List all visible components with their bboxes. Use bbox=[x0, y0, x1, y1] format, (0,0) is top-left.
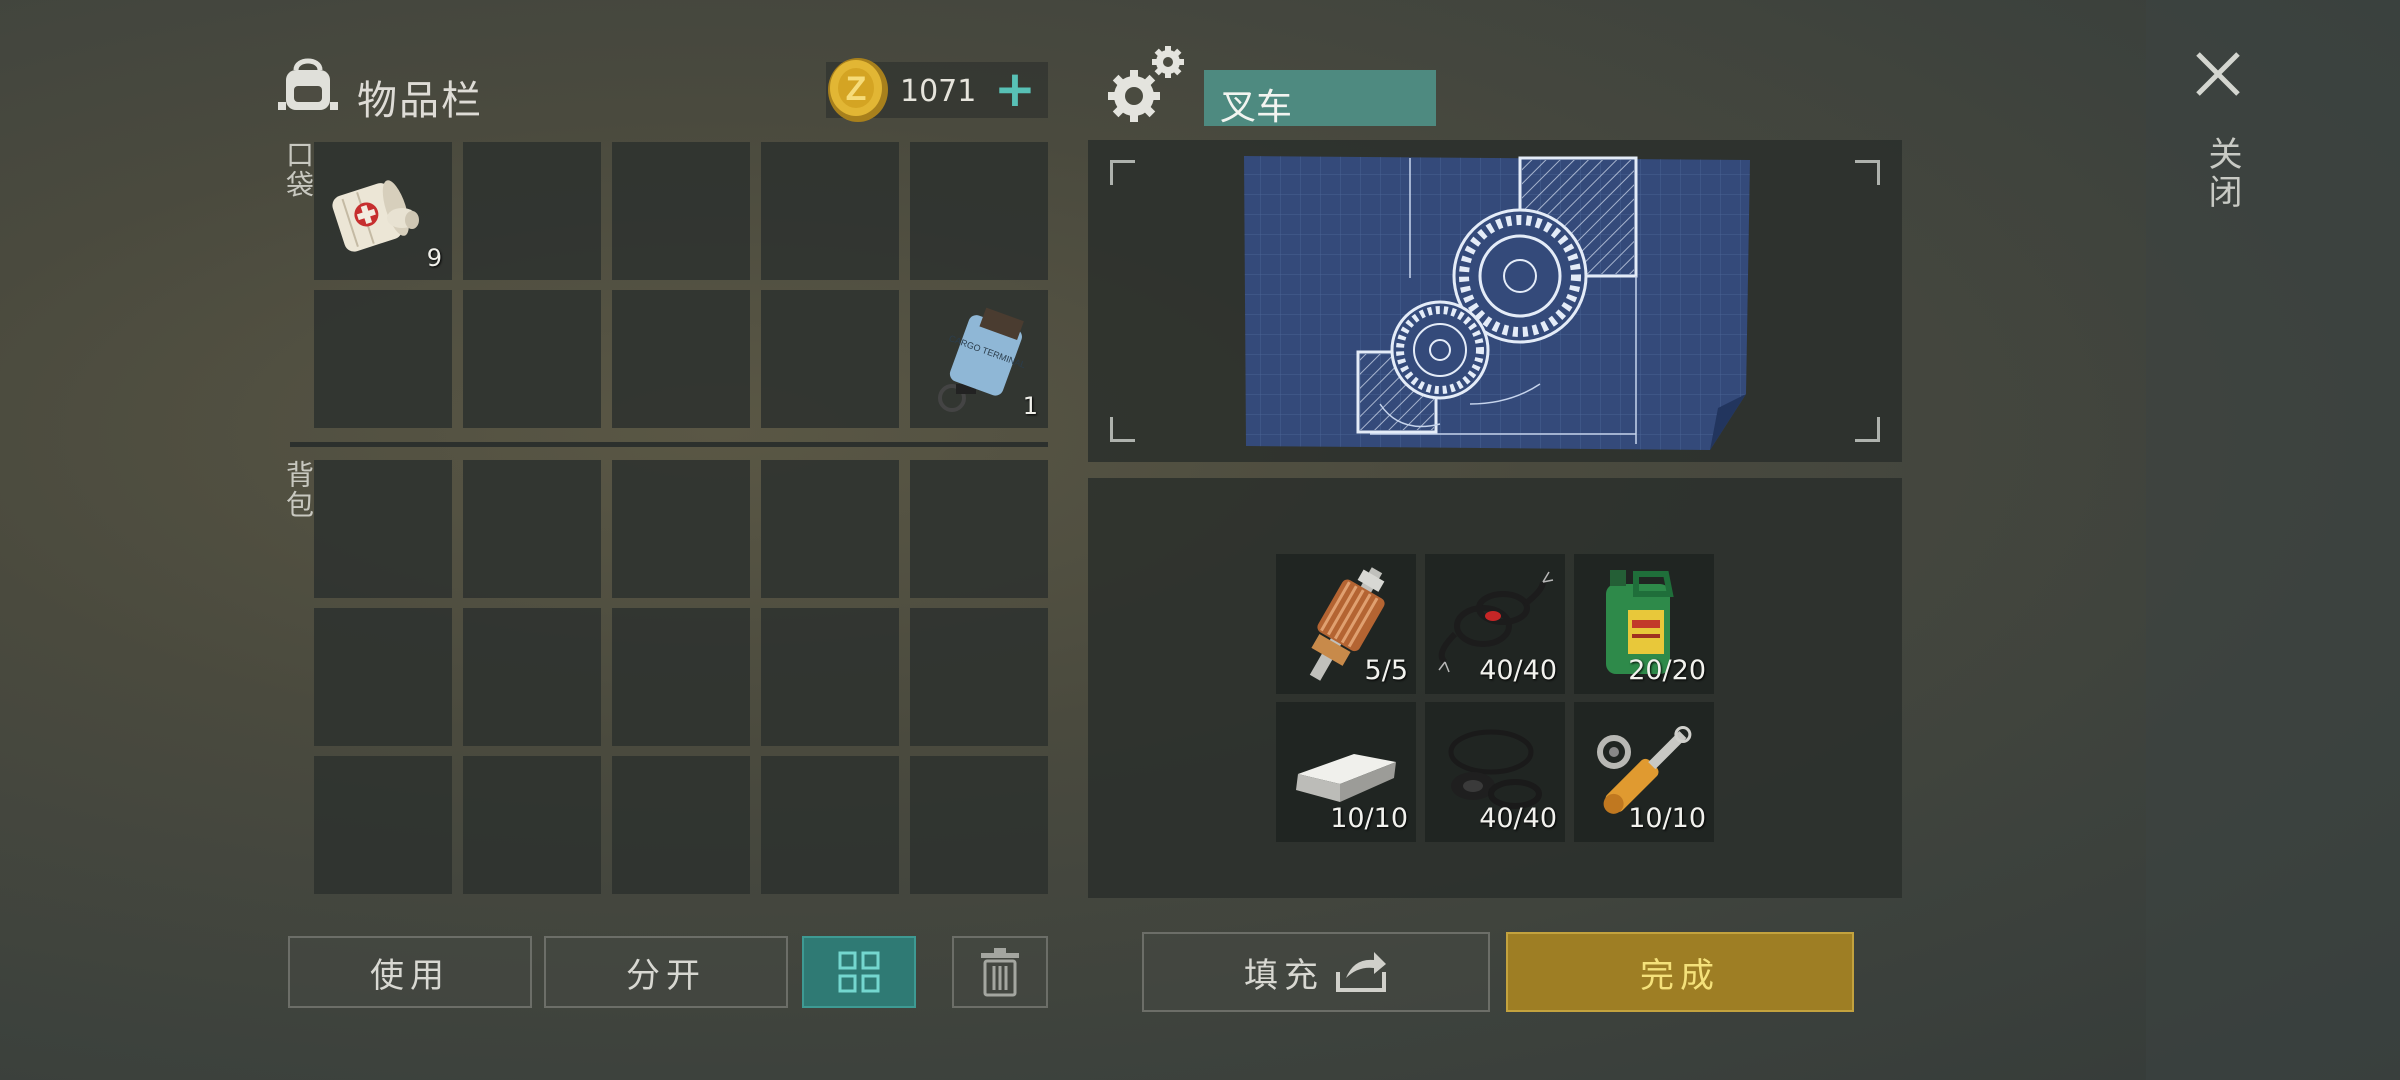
complete-button[interactable]: 完成 bbox=[1506, 932, 1854, 1012]
pocket-slot[interactable] bbox=[910, 142, 1048, 280]
fill-button[interactable]: 填充 bbox=[1142, 932, 1490, 1012]
frame-corner bbox=[1110, 160, 1135, 185]
pocket-slot[interactable] bbox=[612, 290, 750, 428]
pocket-slot[interactable] bbox=[463, 290, 601, 428]
fill-arrow-icon bbox=[1336, 952, 1386, 992]
add-coins-button[interactable]: + bbox=[990, 64, 1040, 114]
ingredient-slot[interactable]: 5/5 bbox=[1276, 554, 1416, 694]
crafting-gears-icon bbox=[1108, 46, 1184, 122]
ingredient-count: 40/40 bbox=[1479, 655, 1557, 686]
backpack-slot[interactable] bbox=[761, 608, 899, 746]
item-count: 9 bbox=[426, 244, 442, 272]
delete-button[interactable] bbox=[952, 936, 1048, 1008]
ingredient-count: 20/20 bbox=[1628, 655, 1706, 686]
ingredient-slot[interactable]: 40/40 bbox=[1425, 702, 1565, 842]
craft-item-name: 叉车 bbox=[1220, 87, 1293, 128]
trash-icon bbox=[981, 948, 1019, 997]
pocket-label: 口袋 bbox=[282, 140, 315, 200]
ingredient-slot[interactable]: 10/10 bbox=[1574, 702, 1714, 842]
side-panel-strip bbox=[2146, 0, 2400, 1080]
backpack-slot[interactable] bbox=[314, 608, 452, 746]
backpack-slot[interactable] bbox=[612, 460, 750, 598]
fill-button-label: 填充 bbox=[1244, 955, 1324, 996]
inventory-title: 物品栏 bbox=[357, 78, 483, 124]
gold-coin-icon: Z bbox=[828, 58, 888, 122]
pocket-slot[interactable] bbox=[463, 142, 601, 280]
backpack-slot[interactable] bbox=[761, 756, 899, 894]
backpack-slot[interactable] bbox=[463, 608, 601, 746]
backpack-slot[interactable] bbox=[910, 756, 1048, 894]
backpack-slot[interactable] bbox=[761, 460, 899, 598]
close-label[interactable]: 关闭 bbox=[2198, 136, 2247, 212]
backpack-slot[interactable] bbox=[612, 608, 750, 746]
coin-amount: 1071 bbox=[900, 74, 977, 109]
frame-corner bbox=[1110, 417, 1135, 442]
backpack-label: 背包 bbox=[282, 460, 315, 520]
ingredient-count: 10/10 bbox=[1628, 803, 1706, 834]
pocket-slot[interactable] bbox=[314, 290, 452, 428]
pocket-slot[interactable]: 9 bbox=[314, 142, 452, 280]
svg-text:Z: Z bbox=[846, 70, 867, 108]
split-button[interactable]: 分开 bbox=[544, 936, 788, 1008]
ingredient-slot[interactable]: 20/20 bbox=[1574, 554, 1714, 694]
pocket-slot[interactable] bbox=[612, 142, 750, 280]
close-icon[interactable] bbox=[2192, 48, 2244, 100]
pocket-slot[interactable] bbox=[761, 142, 899, 280]
backpack-slot[interactable] bbox=[910, 608, 1048, 746]
pocket-slot[interactable]: CARGO TERMINAL 1 bbox=[910, 290, 1048, 428]
sort-grid-button[interactable] bbox=[802, 936, 916, 1008]
blueprint-image bbox=[1244, 156, 1750, 450]
ingredient-count: 40/40 bbox=[1479, 803, 1557, 834]
backpack-slot[interactable] bbox=[463, 460, 601, 598]
ingredient-slot[interactable]: 10/10 bbox=[1276, 702, 1416, 842]
ingredient-count: 10/10 bbox=[1330, 803, 1408, 834]
backpack-slot[interactable] bbox=[314, 460, 452, 598]
use-button[interactable]: 使用 bbox=[288, 936, 532, 1008]
ingredient-count: 5/5 bbox=[1364, 655, 1408, 686]
backpack-slot[interactable] bbox=[612, 756, 750, 894]
grid-icon bbox=[838, 951, 880, 993]
backpack-slot[interactable] bbox=[463, 756, 601, 894]
backpack-slot[interactable] bbox=[314, 756, 452, 894]
frame-corner bbox=[1855, 160, 1880, 185]
backpack-icon bbox=[278, 58, 338, 110]
ingredient-slot[interactable]: 40/40 bbox=[1425, 554, 1565, 694]
pocket-slot[interactable] bbox=[761, 290, 899, 428]
item-count: 1 bbox=[1022, 392, 1038, 420]
frame-corner bbox=[1855, 417, 1880, 442]
backpack-slot[interactable] bbox=[910, 460, 1048, 598]
blueprint-panel bbox=[1088, 140, 1902, 462]
section-divider bbox=[290, 442, 1048, 447]
